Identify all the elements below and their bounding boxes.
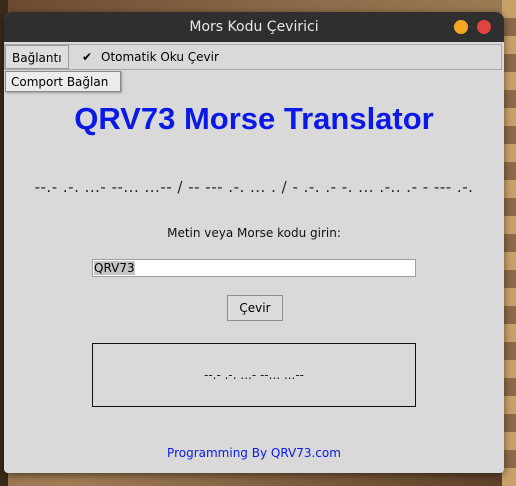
minimize-button[interactable]	[454, 20, 468, 34]
page-title: QRV73 Morse Translator	[74, 101, 434, 136]
output-box: --.- .-. ...- --... ...--	[92, 343, 416, 407]
morse-display: --.- .-. ...- --... ...-- / -- --- .-. .…	[34, 178, 474, 196]
window-title: Mors Kodu Çevirici	[189, 19, 319, 35]
auto-read-checkbox-label[interactable]: Otomatik Oku Çevir	[101, 45, 219, 69]
footer-credit[interactable]: Programming By QRV73.com	[4, 446, 504, 460]
menu-connection[interactable]: Bağlantı	[5, 45, 69, 69]
title-bar[interactable]: Mors Kodu Çevirici	[4, 12, 504, 42]
menu-bar: Bağlantı ✔ Otomatik Oku Çevir	[4, 44, 502, 70]
desktop-background-right	[502, 0, 516, 486]
input-value: QRV73	[94, 261, 135, 275]
convert-button[interactable]: Çevir	[227, 295, 283, 321]
menu-item-comport-connect[interactable]: Comport Bağlan	[5, 71, 121, 92]
text-input[interactable]: QRV73	[92, 259, 416, 277]
input-prompt: Metin veya Morse kodu girin:	[167, 226, 341, 240]
close-button[interactable]	[477, 20, 491, 34]
check-icon[interactable]: ✔	[82, 45, 92, 69]
app-window: Mors Kodu Çevirici Bağlantı ✔ Otomatik O…	[4, 12, 504, 473]
